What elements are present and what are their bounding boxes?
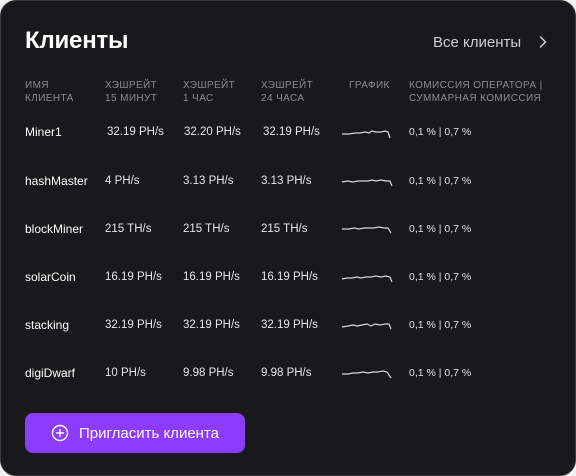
clients-card: Клиенты Все клиенты ИМЯ КЛИЕНТА ХЭШРЕЙТ … [0,0,576,476]
hashrate-24h: 32.19 PH/s [263,126,320,138]
hashrate-15m: 16.19 PH/s [105,271,162,283]
hashrate-24h: 16.19 PH/s [261,271,318,283]
client-name: digiDwarf [25,366,76,380]
commission-value: 0,1 % | 0,7 % [409,175,472,187]
table-row[interactable]: hashMaster 4 PH/s 3.13 PH/s 3.13 PH/s 0,… [1,163,575,199]
plus-circle-icon [51,424,69,442]
commission-value: 0,1 % | 0,7 % [409,367,472,379]
invite-client-label: Пригласить клиента [78,424,219,442]
column-header-hashrate-1h: ХЭШРЕЙТ 1 ЧАС [183,80,236,104]
table-row[interactable]: solarCoin 16.19 PH/s 16.19 PH/s 16.19 PH… [1,259,575,295]
hashrate-15m: 4 PH/s [105,175,140,187]
all-clients-label: Все клиенты [433,33,522,51]
hashrate-sparkline [341,323,392,330]
all-clients-link[interactable]: Все клиенты [433,32,549,52]
hashrate-1h: 32.20 PH/s [184,126,241,138]
commission-value: 0,1 % | 0,7 % [409,223,472,235]
table-row[interactable]: blockMiner 215 TH/s 215 TH/s 215 TH/s 0,… [1,211,575,247]
hashrate-1h: 32.19 PH/s [183,319,240,331]
hashrate-sparkline [342,226,392,234]
hashrate-24h: 215 TH/s [261,223,308,235]
chevron-right-icon [537,36,549,48]
column-header-name: ИМЯ КЛИЕНТА [25,80,74,104]
invite-client-button[interactable]: Пригласить клиента [25,413,245,453]
client-name: solarCoin [25,270,76,284]
column-header-hashrate-24h: ХЭШРЕЙТ 24 ЧАСА [261,80,314,104]
commission-value: 0,1 % | 0,7 % [409,126,472,138]
hashrate-15m: 32.19 PH/s [107,126,164,138]
column-header-chart: ГРАФИК [349,80,390,91]
hashrate-15m: 32.19 PH/s [105,319,162,331]
commission-value: 0,1 % | 0,7 % [409,319,472,331]
hashrate-15m: 215 TH/s [105,223,152,235]
hashrate-sparkline [342,130,391,139]
hashrate-1h: 16.19 PH/s [183,271,240,283]
hashrate-1h: 3.13 PH/s [183,175,234,187]
column-header-commission: КОМИССИЯ ОПЕРАТОРА | СУММАРНАЯ КОМИССИЯ [409,80,543,104]
commission-value: 0,1 % | 0,7 % [409,271,472,283]
table-row[interactable]: stacking 32.19 PH/s 32.19 PH/s 32.19 PH/… [1,307,575,343]
hashrate-24h: 3.13 PH/s [261,175,312,187]
hashrate-24h: 9.98 PH/s [261,367,312,379]
client-name: hashMaster [25,174,88,188]
client-name: stacking [25,318,70,332]
table-row[interactable]: digiDwarf 10 PH/s 9.98 PH/s 9.98 PH/s 0,… [1,355,575,391]
hashrate-sparkline [341,179,393,187]
hashrate-1h: 9.98 PH/s [183,367,234,379]
hashrate-1h: 215 TH/s [183,223,230,235]
client-name: blockMiner [25,222,84,236]
page-title: Клиенты [25,27,129,54]
hashrate-15m: 10 PH/s [105,367,146,379]
hashrate-sparkline [342,370,392,379]
hashrate-24h: 32.19 PH/s [261,319,318,331]
table-row[interactable]: Miner1 32.19 PH/s 32.20 PH/s 32.19 PH/s … [1,114,575,150]
hashrate-sparkline [341,275,393,283]
client-name: Miner1 [25,125,62,139]
column-header-hashrate-15m: ХЭШРЕЙТ 15 МИНУТ [105,80,158,104]
